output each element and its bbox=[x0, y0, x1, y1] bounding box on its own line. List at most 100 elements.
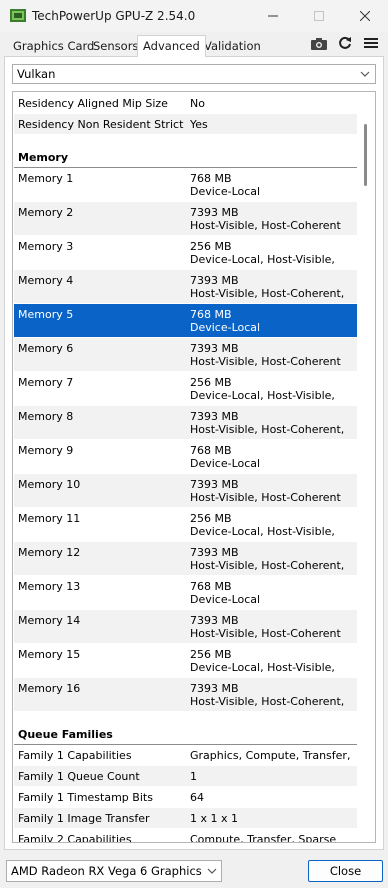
property-label: Family 1 Capabilities bbox=[18, 749, 132, 762]
list-item[interactable]: Residency Non Resident Strict Yes bbox=[14, 114, 357, 135]
chevron-down-icon bbox=[203, 861, 221, 881]
table-row[interactable]: Memory 6 7393 MB Host-Visible, Host-Coher… bbox=[14, 338, 357, 372]
property-value: Compute, Transfer, Sparse bbox=[190, 833, 337, 843]
tab-validation[interactable]: Validation bbox=[199, 38, 266, 56]
memory-size: 768 MB bbox=[190, 444, 232, 457]
list-item[interactable]: Residency Aligned Mip Size No bbox=[14, 93, 357, 114]
property-value: Yes bbox=[190, 118, 208, 131]
chevron-down-icon bbox=[360, 71, 370, 77]
memory-flags: Host-Visible, Host-Coherent, bbox=[190, 287, 345, 300]
property-label: Residency Aligned Mip Size bbox=[18, 97, 168, 110]
memory-size: 768 MB bbox=[190, 580, 232, 593]
memory-size: 7393 MB bbox=[190, 614, 239, 627]
property-value: 1 bbox=[190, 770, 197, 783]
memory-size: 7393 MB bbox=[190, 274, 239, 287]
table-row[interactable]: Memory 2 7393 MB Host-Visible, Host-Coher… bbox=[14, 202, 357, 236]
memory-label: Memory 13 bbox=[18, 580, 81, 593]
vertical-scrollbar[interactable] bbox=[357, 92, 375, 842]
property-label: Family 1 Image Transfer bbox=[18, 812, 150, 825]
table-row[interactable]: Memory 10 7393 MB Host-Visible, Host-Cohe… bbox=[14, 474, 357, 508]
list-item[interactable]: Family 1 Timestamp Bits 64 bbox=[14, 787, 357, 808]
table-row[interactable]: Memory 1 768 MB Device-Local bbox=[14, 168, 357, 202]
memory-flags: Device-Local, Host-Visible, bbox=[190, 253, 335, 266]
memory-size: 7393 MB bbox=[190, 682, 239, 695]
category-dropdown[interactable]: Vulkan bbox=[12, 64, 376, 84]
memory-label: Memory 11 bbox=[18, 512, 81, 525]
maximize-icon bbox=[296, 0, 342, 32]
list-item[interactable]: Family 1 Image Transfer 1 x 1 x 1 bbox=[14, 808, 357, 829]
memory-size: 7393 MB bbox=[190, 410, 239, 423]
title-bar: TechPowerUp GPU-Z 2.54.0 bbox=[0, 0, 388, 32]
hamburger-menu-icon[interactable] bbox=[361, 34, 381, 52]
table-row[interactable]: Memory 11 256 MB Device-Local, Host-Visib… bbox=[14, 508, 357, 542]
section-header-memory: Memory bbox=[14, 135, 357, 168]
table-row[interactable]: Memory 14 7393 MB Host-Visible, Host-Cohe… bbox=[14, 610, 357, 644]
memory-label: Memory 14 bbox=[18, 614, 81, 627]
memory-label: Memory 2 bbox=[18, 206, 74, 219]
table-row[interactable]: Memory 16 7393 MB Host-Visible, Host-Cohe… bbox=[14, 678, 357, 712]
table-row[interactable]: Memory 15 256 MB Device-Local, Host-Visib… bbox=[14, 644, 357, 678]
memory-flags: Device-Local, Host-Visible, bbox=[190, 389, 335, 402]
tab-advanced[interactable]: Advanced bbox=[137, 35, 206, 57]
properties-list[interactable]: Residency Aligned Mip Size No Residency … bbox=[12, 91, 376, 843]
category-dropdown-value: Vulkan bbox=[17, 67, 56, 81]
close-window-icon[interactable] bbox=[342, 0, 388, 32]
memory-label: Memory 8 bbox=[18, 410, 74, 423]
table-row[interactable]: Memory 3 256 MB Device-Local, Host-Visibl… bbox=[14, 236, 357, 270]
table-row[interactable]: Memory 13 768 MB Device-Local bbox=[14, 576, 357, 610]
memory-label: Memory 5 bbox=[18, 308, 74, 321]
memory-flags: Host-Visible, Host-Coherent bbox=[190, 219, 341, 232]
memory-label: Memory 15 bbox=[18, 648, 81, 661]
tab-graphics-card[interactable]: Graphics Card bbox=[8, 38, 99, 56]
memory-flags: Host-Visible, Host-Coherent bbox=[190, 491, 341, 504]
property-value: Graphics, Compute, Transfer, bbox=[190, 749, 351, 762]
property-label: Family 1 Timestamp Bits bbox=[18, 791, 153, 804]
tab-sensors[interactable]: Sensors bbox=[88, 38, 143, 56]
memory-size: 256 MB bbox=[190, 512, 232, 525]
gpuz-app-icon bbox=[10, 9, 26, 22]
memory-flags: Device-Local, Host-Visible, bbox=[190, 525, 335, 538]
memory-label: Memory 1 bbox=[18, 172, 74, 185]
list-item[interactable]: Family 2 Capabilities Compute, Transfer,… bbox=[14, 829, 357, 843]
gpu-select-dropdown[interactable]: AMD Radeon RX Vega 6 Graphics - Picasso bbox=[6, 860, 222, 882]
property-value: 64 bbox=[190, 791, 204, 804]
gpu-select-value: AMD Radeon RX Vega 6 Graphics - Picasso bbox=[11, 864, 221, 878]
memory-flags: Device-Local, Host-Visible, bbox=[190, 661, 335, 674]
property-label: Family 2 Capabilities bbox=[18, 833, 132, 843]
memory-flags: Device-Local bbox=[190, 593, 261, 606]
memory-label: Memory 4 bbox=[18, 274, 74, 287]
memory-label: Memory 6 bbox=[18, 342, 74, 355]
window-title: TechPowerUp GPU-Z 2.54.0 bbox=[32, 9, 196, 23]
table-row[interactable]: Memory 8 7393 MB Host-Visible, Host-Coher… bbox=[14, 406, 357, 440]
table-row[interactable]: Memory 7 256 MB Device-Local, Host-Visibl… bbox=[14, 372, 357, 406]
section-header-queue-families: Queue Families bbox=[14, 712, 357, 745]
list-item[interactable]: Family 1 Queue Count 1 bbox=[14, 766, 357, 787]
memory-flags: Device-Local bbox=[190, 321, 261, 334]
memory-flags: Host-Visible, Host-Coherent, bbox=[190, 695, 345, 708]
memory-flags: Host-Visible, Host-Coherent bbox=[190, 355, 341, 368]
camera-icon[interactable] bbox=[309, 34, 329, 52]
memory-flags: Host-Visible, Host-Coherent bbox=[190, 627, 341, 640]
list-item[interactable]: Family 1 Capabilities Graphics, Compute,… bbox=[14, 745, 357, 766]
table-row[interactable]: Memory 12 7393 MB Host-Visible, Host-Cohe… bbox=[14, 542, 357, 576]
table-row[interactable]: Memory 9 768 MB Device-Local bbox=[14, 440, 357, 474]
footer-bar: AMD Radeon RX Vega 6 Graphics - Picasso … bbox=[0, 850, 388, 888]
memory-label: Memory 12 bbox=[18, 546, 81, 559]
table-row-selected[interactable]: Memory 5 768 MB Device-Local bbox=[14, 304, 357, 338]
memory-size: 256 MB bbox=[190, 240, 232, 253]
tab-bar: Graphics Card Sensors Advanced Validatio… bbox=[0, 32, 388, 57]
memory-size: 7393 MB bbox=[190, 206, 239, 219]
close-button[interactable]: Close bbox=[308, 860, 383, 882]
property-label: Residency Non Resident Strict bbox=[18, 118, 184, 131]
minimize-icon[interactable] bbox=[250, 0, 296, 32]
property-label: Family 1 Queue Count bbox=[18, 770, 140, 783]
table-row[interactable]: Memory 4 7393 MB Host-Visible, Host-Coher… bbox=[14, 270, 357, 304]
memory-size: 256 MB bbox=[190, 648, 232, 661]
memory-size: 768 MB bbox=[190, 308, 232, 321]
memory-size: 768 MB bbox=[190, 172, 232, 185]
property-value: 1 x 1 x 1 bbox=[190, 812, 239, 825]
property-value: No bbox=[190, 97, 205, 110]
refresh-icon[interactable] bbox=[335, 34, 355, 52]
memory-label: Memory 7 bbox=[18, 376, 74, 389]
scrollbar-thumb[interactable] bbox=[364, 124, 367, 186]
